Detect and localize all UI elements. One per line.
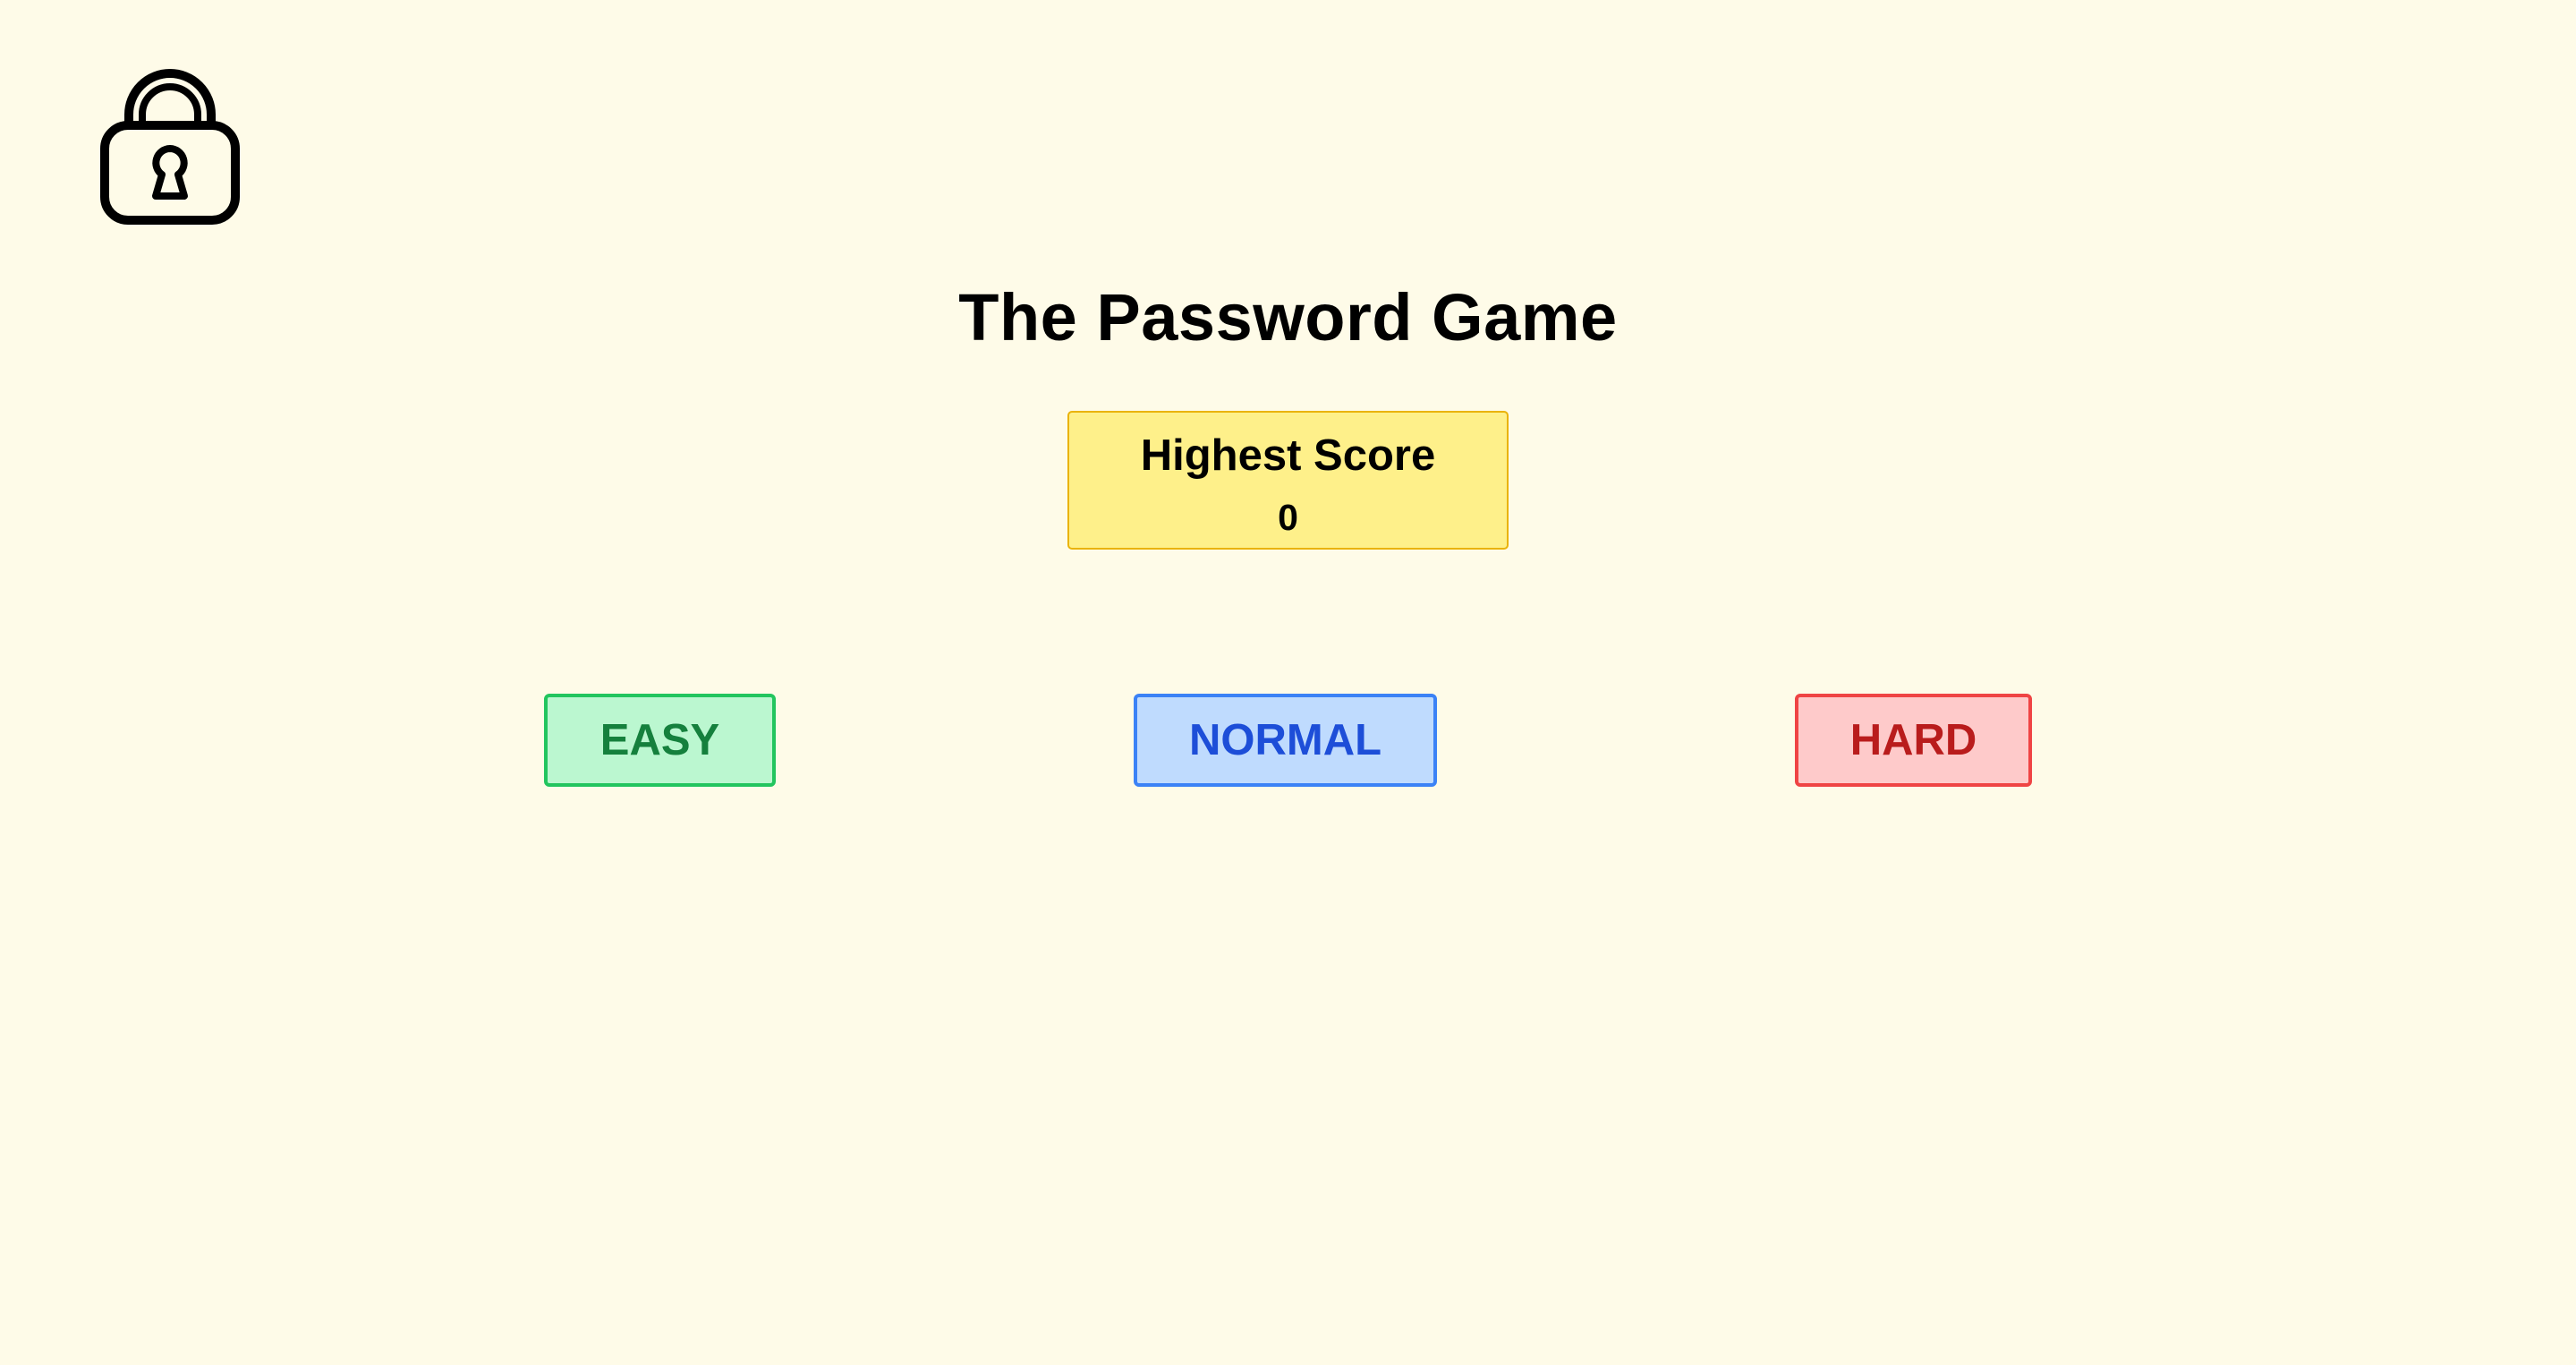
lock-icon [98,50,242,226]
easy-mode-button[interactable]: EASY [544,694,776,787]
highest-score-panel: Highest Score 0 [1067,411,1509,550]
normal-mode-button[interactable]: NORMAL [1134,694,1437,787]
highest-score-value: 0 [1278,497,1298,538]
game-title: The Password Game [958,280,1618,354]
hard-mode-button[interactable]: HARD [1795,694,2032,787]
highest-score-label: Highest Score [1140,431,1436,480]
